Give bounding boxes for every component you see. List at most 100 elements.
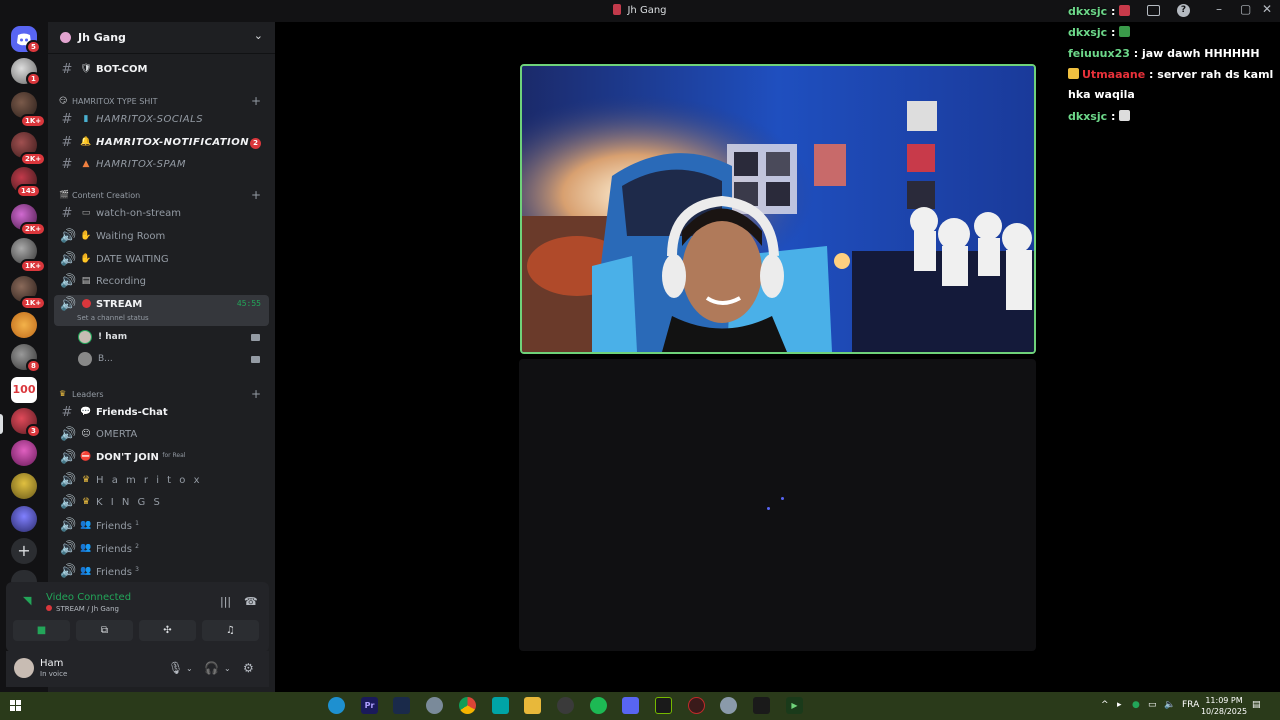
video-tile-camera[interactable]	[520, 64, 1036, 354]
close-button[interactable]: ✕	[1262, 2, 1272, 16]
disconnect-icon[interactable]: ☎	[244, 595, 258, 608]
server-icon[interactable]	[11, 473, 37, 499]
channel-recording[interactable]: 🔊 ▤ Recording	[54, 272, 269, 293]
store-icon[interactable]	[492, 697, 509, 714]
server-icon[interactable]	[11, 506, 37, 532]
guild-header[interactable]: Jh Gang ⌄	[48, 22, 275, 54]
add-server-button[interactable]: +	[11, 538, 37, 564]
headphones-icon[interactable]: 🎧	[204, 661, 219, 675]
voice-user[interactable]: B...	[78, 350, 268, 370]
voice-user[interactable]: ! ham	[78, 328, 268, 348]
channel-waiting-room[interactable]: 🔊 ✋ Waiting Room	[54, 227, 269, 248]
channel-stream[interactable]: 🔊 STREAM 45:55 Set a channel status	[54, 295, 269, 326]
edge-browser-icon[interactable]	[328, 697, 345, 714]
rail-badge: 143	[16, 184, 41, 198]
channel-friends-2[interactable]: 🔊 👥 Friends 2	[54, 539, 269, 560]
channel-watch-on-stream[interactable]: # ▭ watch-on-stream	[54, 204, 269, 225]
tray-status-icon[interactable]: ●	[1132, 700, 1140, 710]
chevron-up-icon[interactable]: ^	[1101, 700, 1109, 710]
premiere-pro-icon[interactable]: Pr	[361, 697, 378, 714]
film-icon: ▤	[81, 276, 91, 286]
people-icon: 👥	[80, 520, 92, 530]
emote-icon	[1119, 26, 1131, 37]
hundred-emoji-server-icon[interactable]: 100	[11, 377, 37, 403]
spotify-icon[interactable]	[590, 697, 607, 714]
avatar[interactable]	[14, 658, 34, 678]
voice-panel-box: ◥ Video Connected STREAM / Jh Gang ||| ☎…	[6, 582, 269, 652]
category-leaders[interactable]: ♛ Leaders +	[54, 387, 269, 403]
text-channel-icon: #	[61, 112, 73, 127]
discover-button[interactable]	[11, 570, 37, 582]
tray-app-icon[interactable]: ▸	[1117, 700, 1122, 710]
channel-date-waiting[interactable]: 🔊 ✋ DATE WAITING	[54, 250, 269, 271]
channel-friends-1[interactable]: 🔊 👥 Friends 1	[54, 516, 269, 537]
user-name[interactable]: Ham	[40, 658, 63, 669]
language-indicator[interactable]: FRA	[1182, 700, 1199, 710]
activities-button[interactable]: ✣	[139, 620, 196, 641]
channel-hamritox-spam[interactable]: # ▲ HAMRITOX-SPAM	[54, 155, 269, 176]
server-icon[interactable]	[11, 440, 37, 466]
mention-badge: 2	[250, 138, 261, 149]
settings-gear-icon[interactable]: ⚙	[243, 661, 254, 675]
add-channel-icon[interactable]: +	[251, 188, 261, 202]
app-icon[interactable]	[688, 697, 705, 714]
server-icon[interactable]	[11, 312, 37, 338]
app-icon[interactable]	[426, 697, 443, 714]
steam-icon[interactable]	[393, 697, 410, 714]
inbox-icon[interactable]	[1147, 5, 1160, 16]
app-icon[interactable]	[720, 697, 737, 714]
obs-studio-icon[interactable]	[557, 697, 574, 714]
rail-badge: 1K+	[20, 296, 47, 310]
discord-app: Jh Gang ? – ▢ ✕ 5 1 1K+ 2K+ 143 2K+ 1K+ …	[0, 0, 1280, 720]
voice-status[interactable]: Video Connected	[46, 592, 131, 603]
channel-hamritox[interactable]: 🔊 ♛ H a m r i t o x	[54, 471, 269, 492]
channel-friends-chat[interactable]: # 💬 Friends-Chat	[54, 403, 269, 424]
help-icon[interactable]: ?	[1177, 4, 1190, 17]
add-channel-icon[interactable]: +	[251, 94, 261, 108]
channel-status[interactable]: Set a channel status	[77, 314, 149, 322]
screen-share-button[interactable]: ⧉	[76, 620, 133, 641]
chrome-icon[interactable]	[459, 697, 476, 714]
clapper-icon: 🎬	[59, 190, 69, 199]
channel-bot-com[interactable]: # 🛡 BOT-COM	[54, 60, 269, 81]
minimize-button[interactable]: –	[1216, 2, 1222, 16]
soundboard-button[interactable]: ♫	[202, 620, 259, 641]
rail-badge: 3	[26, 424, 41, 438]
video-tile-loading[interactable]	[519, 359, 1036, 651]
channel-kings[interactable]: 🔊 ♛ K I N G S	[54, 493, 269, 514]
channel-name: BOT-COM	[96, 64, 148, 75]
signal-icon[interactable]: ◥	[23, 594, 31, 607]
noise-suppression-icon[interactable]: |||	[220, 595, 231, 608]
microphone-icon[interactable]: 🎙	[168, 661, 183, 675]
discord-taskbar-icon[interactable]	[622, 697, 639, 714]
file-explorer-icon[interactable]	[524, 697, 541, 714]
channel-omerta[interactable]: 🔊 😐 OMERTA	[54, 425, 269, 446]
channel-hamritox-notification[interactable]: # 🔔 HAMRITOX-NOTIFICATION 2	[54, 133, 269, 154]
nvidia-icon[interactable]	[655, 697, 672, 714]
maximize-button[interactable]: ▢	[1240, 2, 1251, 16]
category-hamritox[interactable]: 😏 HAMRITOX TYPE SHIT +	[54, 94, 269, 110]
chevron-down-icon[interactable]: ⌄	[186, 664, 193, 673]
voice-location[interactable]: STREAM / Jh Gang	[46, 605, 119, 613]
volume-icon[interactable]: 🔈	[1164, 700, 1175, 710]
text-channel-icon: #	[61, 206, 73, 221]
voice-channel-icon: 🔊	[60, 495, 77, 510]
play-icon[interactable]: ▶	[786, 697, 803, 714]
rail-badge: 2K+	[20, 222, 47, 236]
webcam-feed	[522, 66, 1034, 352]
chevron-down-icon[interactable]: ⌄	[224, 664, 231, 673]
voice-user-name: ! ham	[98, 332, 128, 342]
channel-dont-join[interactable]: 🔊 ⛔ DON'T JOIN for Real	[54, 448, 269, 469]
category-content-creation[interactable]: 🎬 Content Creation +	[54, 188, 269, 204]
windows-start-icon[interactable]	[10, 700, 22, 712]
channel-name: Friends 2	[96, 543, 139, 555]
taskbar-clock[interactable]: 11:09 PM 10/28/2025	[1198, 695, 1250, 717]
camera-button[interactable]: ■	[13, 620, 70, 641]
channel-hamritox-socials[interactable]: # ▮ HAMRITOX-SOCIALS	[54, 110, 269, 131]
channel-friends-3[interactable]: 🔊 👥 Friends 3	[54, 562, 269, 583]
user-status: In voice	[40, 670, 68, 678]
notification-icon[interactable]: ▤	[1252, 700, 1261, 710]
audio-meter-icon[interactable]	[753, 697, 770, 714]
network-icon[interactable]: ▭	[1148, 700, 1157, 710]
add-channel-icon[interactable]: +	[251, 387, 261, 401]
